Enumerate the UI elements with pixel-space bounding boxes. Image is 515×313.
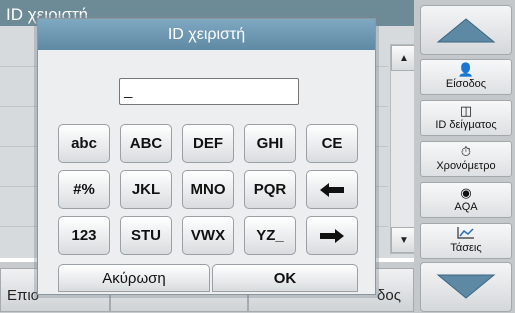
key-clear-entry[interactable]: CE — [306, 124, 358, 163]
backspace-button[interactable] — [306, 170, 358, 209]
background-bottom-right-label: δος — [377, 287, 401, 304]
dialog-body: _ abc ABC DEF GHI CE #% JKL MNO PQR 123 … — [38, 50, 375, 294]
sidebar-item-label: Τάσεις — [450, 242, 482, 254]
key-DEF[interactable]: DEF — [182, 124, 234, 163]
key-STU[interactable]: STU — [120, 216, 172, 255]
cursor-right-button[interactable] — [306, 216, 358, 255]
screen: ID χειριστή ▲ ▼ Επιο δος 👤 Είσοδος ◫ ID … — [0, 0, 515, 313]
key-YZ[interactable]: YZ_ — [244, 216, 296, 255]
key-ABC[interactable]: ABC — [120, 124, 172, 163]
sample-id-button[interactable]: ◫ ID δείγματος — [420, 100, 512, 136]
key-JKL[interactable]: JKL — [120, 170, 172, 209]
trend-chart-icon — [421, 226, 511, 242]
cancel-button-label: Ακύρωση — [102, 269, 166, 287]
aqa-button[interactable]: ◉ AQA — [420, 182, 512, 218]
triangle-down-icon: ▼ — [399, 234, 409, 246]
nav-down-button[interactable] — [420, 262, 512, 312]
sidebar-item-label: AQA — [454, 201, 478, 213]
key-symbols[interactable]: #% — [58, 170, 110, 209]
dialog-title: ID χειριστή — [38, 19, 375, 50]
timer-button[interactable]: ⏱ Χρονόμετρο — [420, 141, 512, 177]
operator-id-dialog: ID χειριστή _ abc ABC DEF GHI CE #% JKL … — [37, 18, 376, 295]
key-PQR[interactable]: PQR — [244, 170, 296, 209]
background-bottom-left-label: Επιο — [7, 287, 40, 304]
key-MNO[interactable]: MNO — [182, 170, 234, 209]
key-abc[interactable]: abc — [58, 124, 110, 163]
arrow-left-icon — [320, 182, 344, 197]
arrow-right-icon — [320, 228, 344, 243]
sample-vial-icon: ◫ — [459, 103, 473, 118]
arrow-up-icon — [436, 18, 496, 43]
arrow-down-icon — [436, 274, 496, 299]
right-panel: 👤 Είσοδος ◫ ID δείγματος ⏱ Χρονόμετρο ◉ … — [414, 0, 515, 313]
timer-icon: ⏱ — [460, 144, 472, 159]
operator-id-input[interactable]: _ — [119, 78, 299, 105]
aqa-icon: ◉ — [460, 185, 472, 200]
sidebar-item-label: ID δείγματος — [435, 119, 497, 131]
cancel-button[interactable]: Ακύρωση — [58, 264, 210, 292]
person-icon: 👤 — [457, 62, 475, 77]
sidebar-item-label: Χρονόμετρο — [436, 160, 496, 172]
ok-button[interactable]: OK — [212, 264, 358, 292]
key-VWX[interactable]: VWX — [182, 216, 234, 255]
trends-button[interactable]: Τάσεις — [420, 223, 512, 259]
triangle-up-icon: ▲ — [399, 52, 409, 64]
login-button[interactable]: 👤 Είσοδος — [420, 59, 512, 95]
key-GHI[interactable]: GHI — [244, 124, 296, 163]
nav-up-button[interactable] — [420, 5, 512, 55]
ok-button-label: OK — [273, 269, 297, 287]
key-numeric[interactable]: 123 — [58, 216, 110, 255]
sidebar-item-label: Είσοδος — [445, 78, 487, 90]
